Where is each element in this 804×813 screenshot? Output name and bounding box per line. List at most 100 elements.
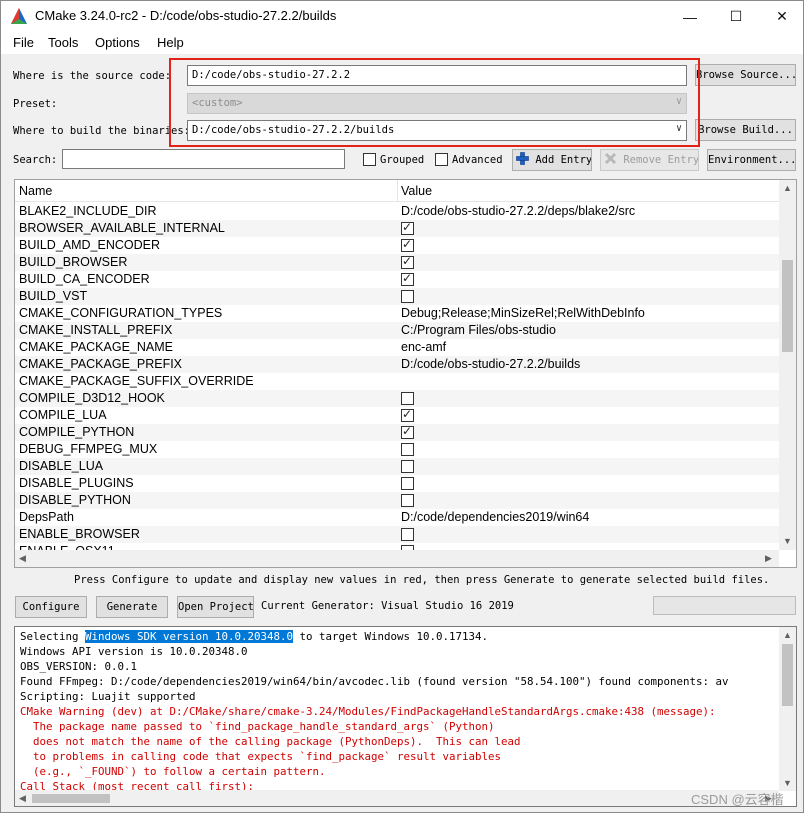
cell-value-checkbox[interactable] <box>401 392 414 405</box>
cell-name: DepsPath <box>19 510 74 524</box>
progress-bar <box>653 596 796 615</box>
preset-combo[interactable]: <custom> ∨ <box>187 93 687 114</box>
table-row[interactable]: DISABLE_LUA <box>15 458 779 475</box>
table-horizontal-scrollbar[interactable]: ◀ ▶ <box>15 550 779 567</box>
table-row[interactable]: CMAKE_CONFIGURATION_TYPES Debug;Release;M… <box>15 305 779 322</box>
scroll-left-icon[interactable]: ◀ <box>19 553 26 564</box>
table-row[interactable]: CMAKE_PACKAGE_SUFFIX_OVERRIDE <box>15 373 779 390</box>
cell-name: BLAKE2_INCLUDE_DIR <box>19 204 157 218</box>
open-project-button[interactable]: Open Project <box>177 596 254 618</box>
scroll-up-icon[interactable]: ▲ <box>783 183 792 193</box>
cell-name: CMAKE_INSTALL_PREFIX <box>19 323 173 337</box>
table-row[interactable]: DEBUG_FFMPEG_MUX <box>15 441 779 458</box>
add-entry-button[interactable]: Add Entry <box>512 149 592 171</box>
table-row[interactable]: CMAKE_INSTALL_PREFIX C:/Program Files/obs… <box>15 322 779 339</box>
table-row[interactable]: BUILD_VST <box>15 288 779 305</box>
table-row[interactable]: BROWSER_AVAILABLE_INTERNAL <box>15 220 779 237</box>
table-vertical-scrollbar[interactable]: ▲ ▼ <box>779 180 796 550</box>
grouped-checkbox[interactable] <box>363 153 376 166</box>
log-vertical-scrollbar[interactable]: ▲ ▼ <box>779 627 796 791</box>
cell-value-checkbox[interactable] <box>401 443 414 456</box>
current-generator: Current Generator: Visual Studio 16 2019 <box>261 600 514 612</box>
remove-entry-button[interactable]: Remove Entry <box>600 149 699 171</box>
column-header-value[interactable]: Value <box>401 184 432 198</box>
log-line: (e.g., `_FOUND`) to follow a certain pat… <box>20 765 326 778</box>
cell-value[interactable]: D:/code/obs-studio-27.2.2/builds <box>401 357 580 371</box>
cell-name: BUILD_BROWSER <box>19 255 128 269</box>
cell-value-checkbox[interactable] <box>401 220 414 235</box>
table-row[interactable]: BUILD_AMD_ENCODER <box>15 237 779 254</box>
source-path-value: D:/code/obs-studio-27.2.2 <box>192 69 351 81</box>
table-row[interactable]: BUILD_BROWSER <box>15 254 779 271</box>
close-button[interactable]: ✕ <box>759 1 804 32</box>
cell-value-checkbox[interactable] <box>401 237 414 252</box>
scroll-down-icon[interactable]: ▼ <box>783 536 792 546</box>
menu-file[interactable]: File <box>13 35 34 50</box>
cell-name: CMAKE_PACKAGE_PREFIX <box>19 357 183 371</box>
menu-tools[interactable]: Tools <box>48 35 78 50</box>
cell-name: DISABLE_PLUGINS <box>19 476 134 490</box>
add-entry-label: Add Entry <box>535 154 592 166</box>
table-row[interactable]: BUILD_CA_ENCODER <box>15 271 779 288</box>
advanced-checkbox[interactable] <box>435 153 448 166</box>
cell-value[interactable]: D:/code/obs-studio-27.2.2/deps/blake2/sr… <box>401 204 635 218</box>
log-line: to problems in calling code that expects… <box>20 750 501 763</box>
cell-value-checkbox[interactable] <box>401 271 414 286</box>
search-input[interactable] <box>62 149 345 169</box>
cell-value-checkbox[interactable] <box>401 460 414 473</box>
table-row[interactable]: BLAKE2_INCLUDE_DIR D:/code/obs-studio-27.… <box>15 203 779 220</box>
cell-name: CMAKE_CONFIGURATION_TYPES <box>19 306 223 320</box>
scroll-thumb[interactable] <box>782 644 793 706</box>
scroll-thumb[interactable] <box>32 794 110 803</box>
cell-value-checkbox[interactable] <box>401 254 414 269</box>
cell-value-checkbox[interactable] <box>401 424 414 439</box>
scroll-up-icon[interactable]: ▲ <box>783 630 792 640</box>
maximize-button[interactable]: ☐ <box>713 1 759 32</box>
browse-build-button[interactable]: Browse Build... <box>695 119 796 141</box>
column-header-name[interactable]: Name <box>19 184 52 198</box>
cell-value[interactable]: enc-amf <box>401 340 446 354</box>
output-log[interactable]: Selecting Windows SDK version 10.0.20348… <box>14 626 797 807</box>
browse-source-button[interactable]: Browse Source... <box>695 64 796 86</box>
log-text: Scripting: Luajit supported <box>20 690 196 703</box>
remove-icon <box>604 152 617 165</box>
scroll-down-icon[interactable]: ▼ <box>783 778 792 788</box>
search-label: Search: <box>13 154 58 166</box>
cell-value[interactable]: C:/Program Files/obs-studio <box>401 323 556 337</box>
preset-value: <custom> <box>192 97 243 109</box>
cell-value[interactable]: D:/code/dependencies2019/win64 <box>401 510 589 524</box>
cell-value-checkbox[interactable] <box>401 290 414 303</box>
menu-options[interactable]: Options <box>95 35 140 50</box>
cell-value-checkbox[interactable] <box>401 477 414 490</box>
build-path-combo[interactable]: D:/code/obs-studio-27.2.2/builds ∨ <box>187 120 687 141</box>
menu-help[interactable]: Help <box>157 35 184 50</box>
table-row[interactable]: DISABLE_PLUGINS <box>15 475 779 492</box>
log-line: CMake Warning (dev) at D:/CMake/share/cm… <box>20 705 716 718</box>
table-row[interactable]: COMPILE_PYTHON <box>15 424 779 441</box>
table-row[interactable]: DepsPath D:/code/dependencies2019/win64 <box>15 509 779 526</box>
cell-value-checkbox[interactable] <box>401 494 414 507</box>
table-row[interactable]: DISABLE_PYTHON <box>15 492 779 509</box>
cell-name: BUILD_AMD_ENCODER <box>19 238 161 252</box>
log-text: to target Windows 10.0.17134. <box>293 630 489 643</box>
environment-button[interactable]: Environment... <box>707 149 796 171</box>
table-row[interactable]: COMPILE_D3D12_HOOK <box>15 390 779 407</box>
cell-value-checkbox[interactable] <box>401 528 414 541</box>
table-row[interactable]: COMPILE_LUA <box>15 407 779 424</box>
table-row[interactable]: ENABLE_BROWSER <box>15 526 779 543</box>
scroll-thumb[interactable] <box>782 260 793 352</box>
minimize-button[interactable]: — <box>667 1 713 32</box>
log-text: Found FFmpeg: D:/code/dependencies2019/w… <box>20 675 729 688</box>
configure-button[interactable]: Configure <box>15 596 87 618</box>
source-path-input[interactable]: D:/code/obs-studio-27.2.2 <box>187 65 687 86</box>
log-text: Windows API version is 10.0.20348.0 <box>20 645 248 658</box>
cell-value[interactable]: Debug;Release;MinSizeRel;RelWithDebInfo <box>401 306 645 320</box>
table-row[interactable]: CMAKE_PACKAGE_NAME enc-amf <box>15 339 779 356</box>
scroll-left-icon[interactable]: ◀ <box>19 793 26 804</box>
generate-button[interactable]: Generate <box>96 596 168 618</box>
scroll-right-icon[interactable]: ▶ <box>765 553 772 564</box>
preset-label: Preset: <box>13 98 58 110</box>
log-horizontal-scrollbar[interactable]: ◀ ▶ <box>15 790 779 806</box>
cell-value-checkbox[interactable] <box>401 407 414 422</box>
table-row[interactable]: CMAKE_PACKAGE_PREFIX D:/code/obs-studio-2… <box>15 356 779 373</box>
